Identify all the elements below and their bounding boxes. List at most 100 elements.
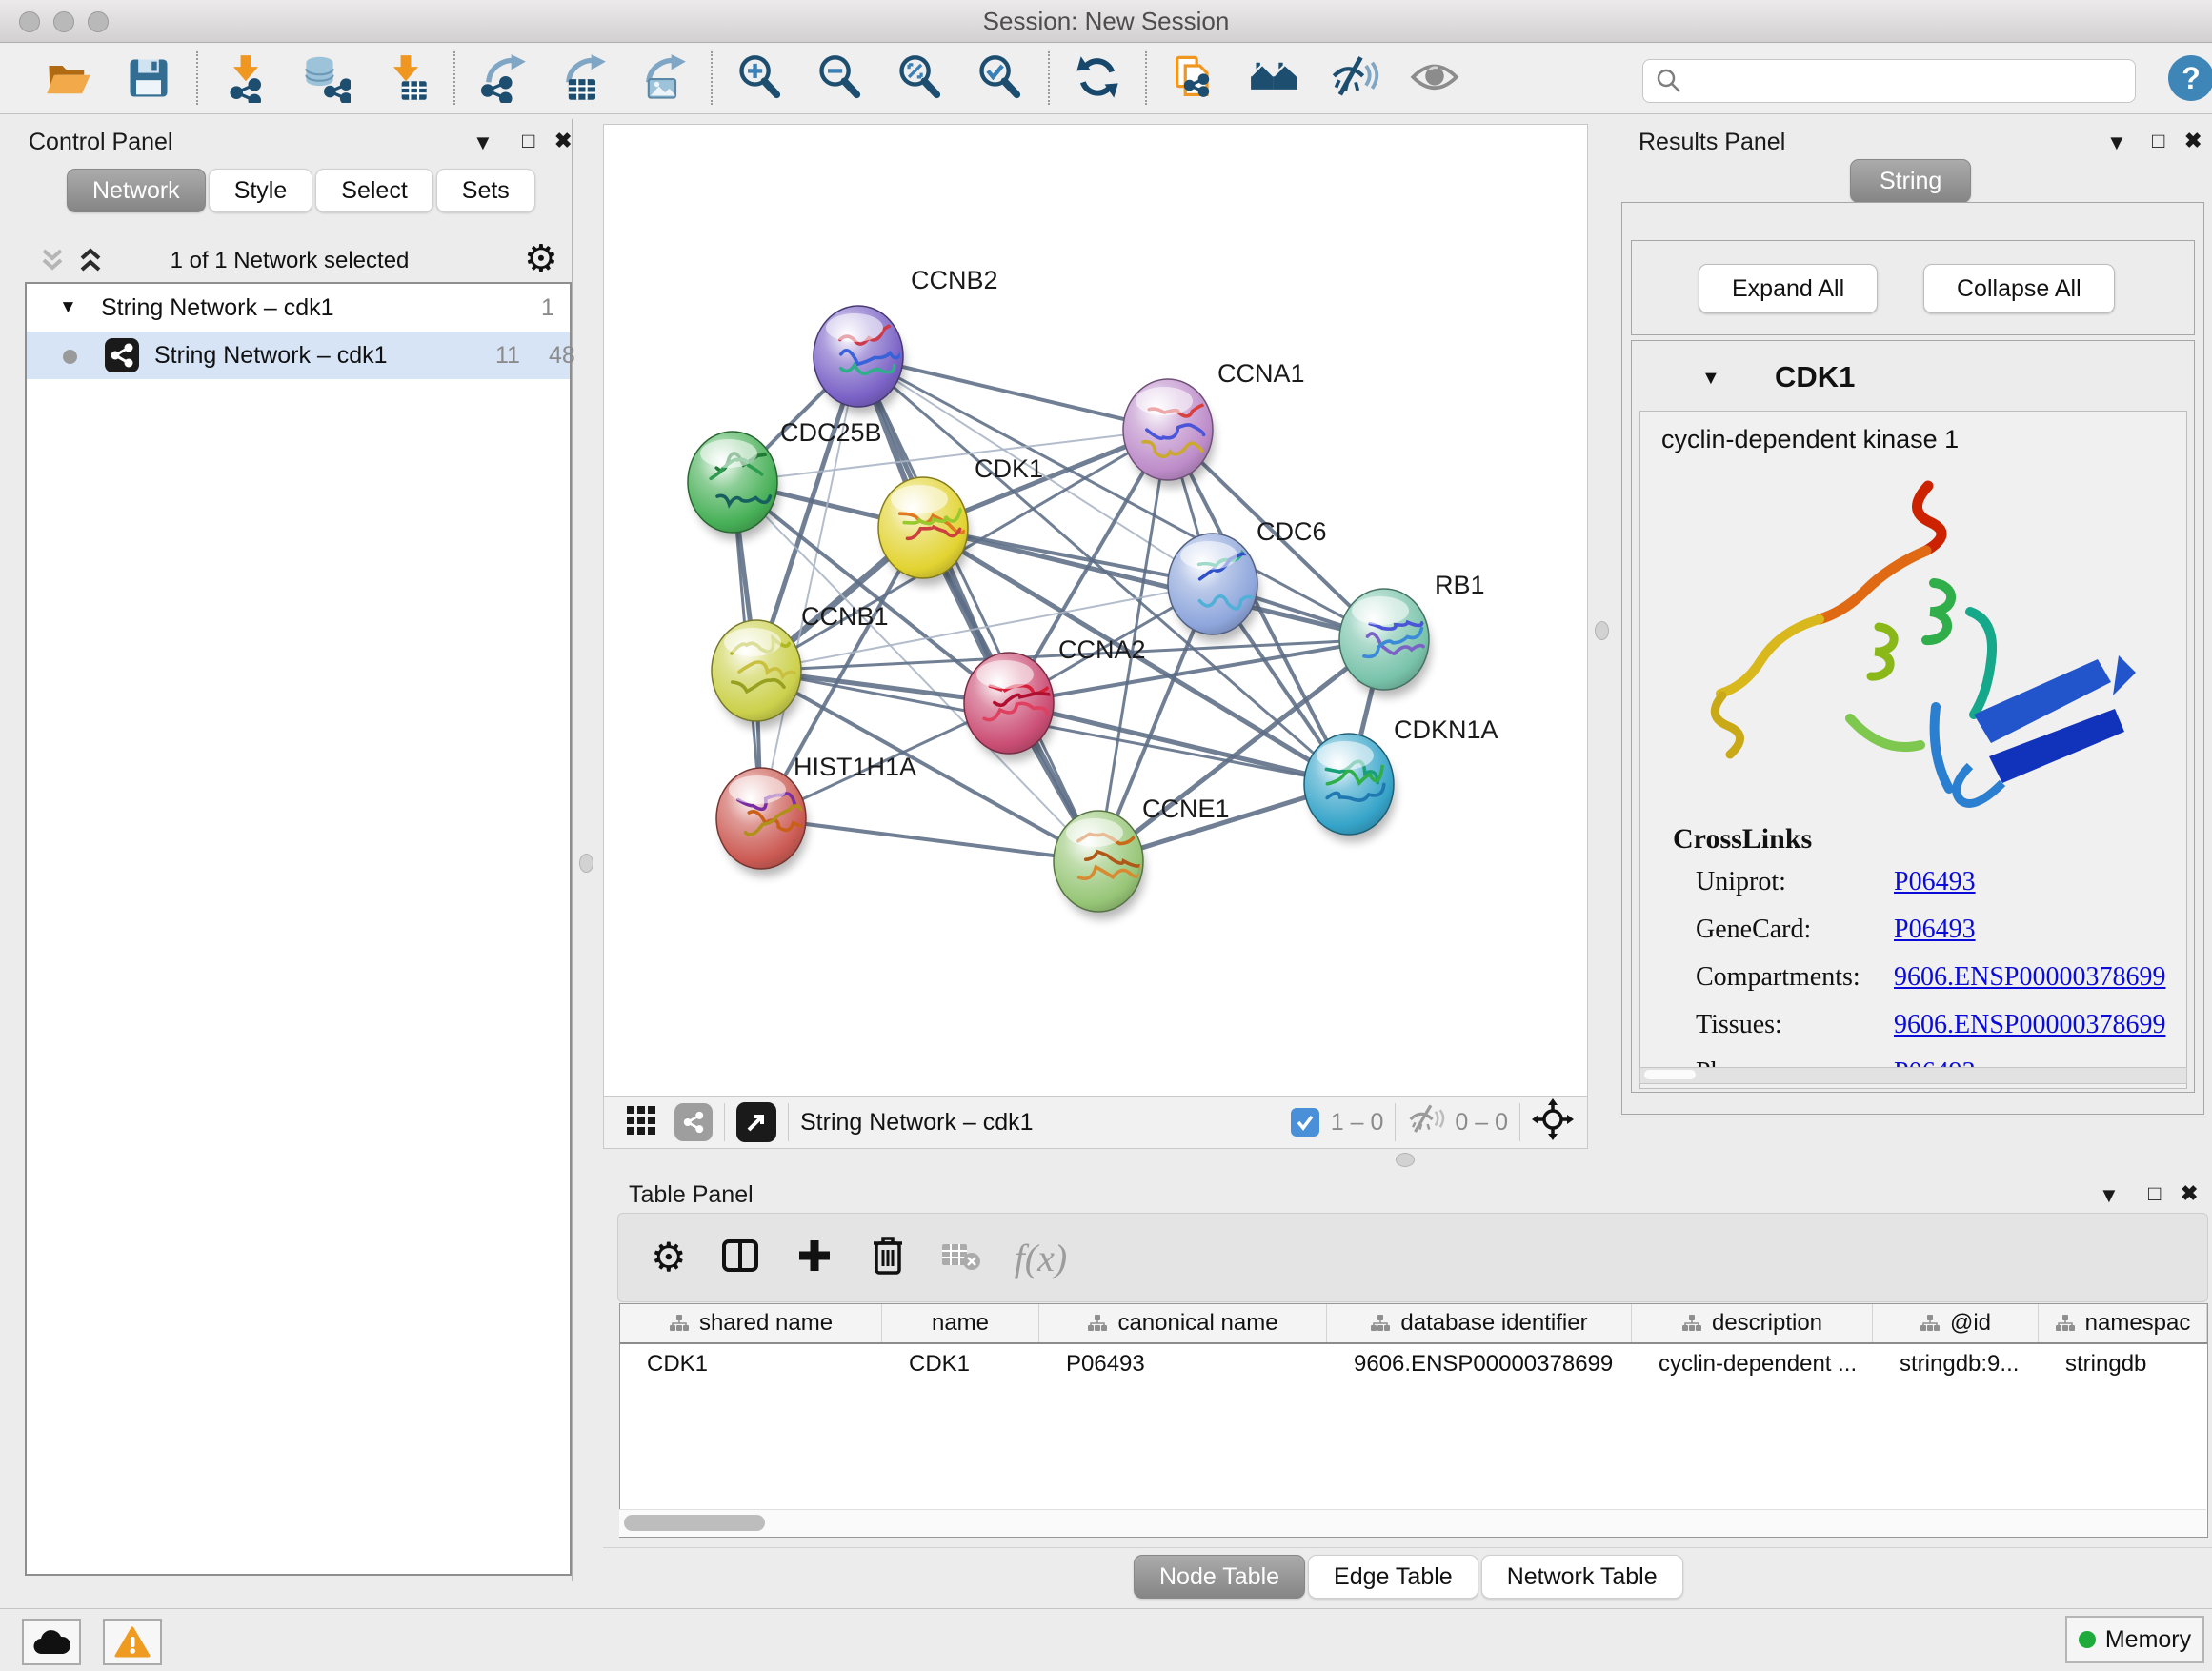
zoom-out-icon[interactable] [815,53,865,103]
right-splitter-handle[interactable] [1595,621,1609,640]
column-header-database-identifier[interactable]: database identifier [1327,1304,1632,1342]
table-cell: CDK1 [882,1344,1039,1384]
table-panel-float-icon[interactable]: □ [2148,1181,2161,1206]
warning-button[interactable] [103,1619,162,1665]
column-header-namespac[interactable]: namespac [2039,1304,2207,1342]
delete-column-trash-icon[interactable] [868,1234,908,1282]
duplicate-network-icon[interactable] [1170,53,1219,103]
network-node-CDK1[interactable] [878,477,970,586]
tab-network-table[interactable]: Network Table [1481,1555,1683,1599]
network-node-CCNE1[interactable] [1054,811,1145,919]
network-node-CDKN1A[interactable] [1304,734,1396,842]
entry-collapse-icon[interactable]: ▼ [1701,368,1720,390]
export-table-icon[interactable] [558,53,608,103]
results-panel-float-icon[interactable]: □ [2152,129,2164,153]
zoom-in-icon[interactable] [735,53,785,103]
tab-sets[interactable]: Sets [436,169,535,212]
import-network-database-icon[interactable] [301,53,351,103]
zoom-selected-icon[interactable] [975,53,1025,103]
cloud-button[interactable] [22,1619,81,1665]
tab-edge-table[interactable]: Edge Table [1308,1555,1478,1599]
show-all-icon[interactable] [1410,53,1459,103]
table-panel-menu-icon[interactable]: ▼ [2099,1183,2120,1208]
table-gear-icon[interactable]: ⚙ [651,1238,687,1278]
control-panel-float-icon[interactable]: □ [522,129,534,153]
column-header-canonical-name[interactable]: canonical name [1039,1304,1327,1342]
show-columns-icon[interactable] [719,1235,761,1281]
table-row[interactable]: CDK1CDK1P064939606.ENSP00000378699cyclin… [620,1344,2207,1384]
create-column-icon[interactable] [794,1235,835,1281]
column-header-@id[interactable]: @id [1873,1304,2039,1342]
network-canvas-svg: CCNB2CCNA1CDC25BCDK1CDC6RB1CCNB1CCNA2CDK… [604,125,1587,1097]
network-edge-HIST1H1A-CCNE1[interactable] [761,818,1098,861]
hidden-eye-slash-icon[interactable] [1407,1102,1445,1143]
detach-view-icon[interactable] [736,1102,776,1142]
network-node-CDC6[interactable] [1168,534,1259,642]
export-network-icon[interactable] [478,53,528,103]
import-table-icon[interactable] [381,53,431,103]
column-header-name[interactable]: name [882,1304,1039,1342]
crosslink-value-link[interactable]: 9606.ENSP00000378699 [1894,962,2165,993]
tab-style[interactable]: Style [209,169,313,212]
memory-button[interactable]: Memory [2065,1616,2204,1663]
string-badge-icon[interactable] [674,1103,713,1141]
collection-expand-icon[interactable]: ▼ [59,284,77,332]
tab-string[interactable]: String [1850,159,1971,203]
birdseye-grid-icon[interactable] [625,1102,659,1143]
fit-crosshair-icon[interactable] [1532,1098,1574,1147]
selected-checkbox-icon[interactable] [1291,1108,1319,1137]
tab-select[interactable]: Select [315,169,432,212]
houses-icon[interactable] [1250,53,1299,103]
tab-node-table[interactable]: Node Table [1134,1555,1305,1599]
network-collection-row[interactable]: ▼ String Network – cdk1 1 [27,284,570,332]
column-header-description[interactable]: description [1632,1304,1873,1342]
search-input[interactable] [1691,63,2135,99]
control-panel-menu-icon[interactable]: ▼ [473,131,493,155]
network-view[interactable]: CCNB2CCNA1CDC25BCDK1CDC6RB1CCNB1CCNA2CDK… [603,124,1588,1097]
results-panel-close-icon[interactable]: ✖ [2184,129,2202,153]
control-panel-close-icon[interactable]: ✖ [554,129,572,153]
table-hscrollbar [619,1509,2206,1537]
network-node-CCNB2[interactable] [814,306,905,414]
left-splitter-handle[interactable] [579,854,593,873]
delete-table-icon[interactable] [940,1238,982,1278]
crosslinks-title: CrossLinks [1673,823,1812,856]
table-panel-close-icon[interactable]: ✖ [2181,1181,2198,1206]
network-node-RB1[interactable] [1339,589,1431,697]
table-hscrollbar-thumb[interactable] [624,1515,765,1531]
toolbar-separator [711,51,713,105]
open-session-icon[interactable] [44,53,93,103]
network-edge-CCNA2-CDKN1A[interactable] [1009,703,1349,784]
horizontal-splitter-handle[interactable] [1396,1153,1415,1167]
save-session-icon[interactable] [124,53,173,103]
zoom-fit-icon[interactable] [895,53,945,103]
network-row[interactable]: String Network – cdk1 11 48 [27,332,570,379]
hide-selected-icon[interactable] [1330,53,1379,103]
collapse-all-button[interactable]: Collapse All [1923,264,2115,313]
network-options-gear-icon[interactable]: ⚙ [524,237,558,281]
help-button[interactable]: ? [2168,55,2212,101]
import-network-file-icon[interactable] [221,53,271,103]
column-header-shared-name[interactable]: shared name [620,1304,882,1342]
status-bar: Memory [0,1608,2212,1671]
network-node-CDC25B[interactable] [688,432,779,540]
export-image-icon[interactable] [638,53,688,103]
control-panel-tabs: NetworkStyleSelectSets [67,169,538,212]
table-cell: 9606.ENSP00000378699 [1327,1344,1632,1384]
crosslink-value-link[interactable]: P06493 [1894,915,1976,945]
results-panel-menu-icon[interactable]: ▼ [2106,131,2127,155]
network-node-HIST1H1A[interactable] [716,768,810,876]
entry-scrollbar[interactable] [1639,1067,2187,1084]
crosslink-label: GeneCard: [1696,915,1894,945]
crosslink-value-link[interactable]: P06493 [1894,867,1976,897]
crosslink-value-link[interactable]: 9606.ENSP00000378699 [1894,1010,2165,1040]
crosslink-row: Uniprot:P06493 [1696,867,2172,897]
expand-collapse-box: Expand All Collapse All [1631,240,2195,335]
expand-all-button[interactable]: Expand All [1699,264,1878,313]
function-builder-icon[interactable]: f(x) [1015,1236,1068,1280]
refresh-icon[interactable] [1073,53,1122,103]
network-node-CCNB1[interactable] [712,620,803,729]
tab-network[interactable]: Network [67,169,206,212]
network-node-CCNA2[interactable] [964,653,1056,761]
network-node-CCNA1[interactable] [1123,379,1215,488]
